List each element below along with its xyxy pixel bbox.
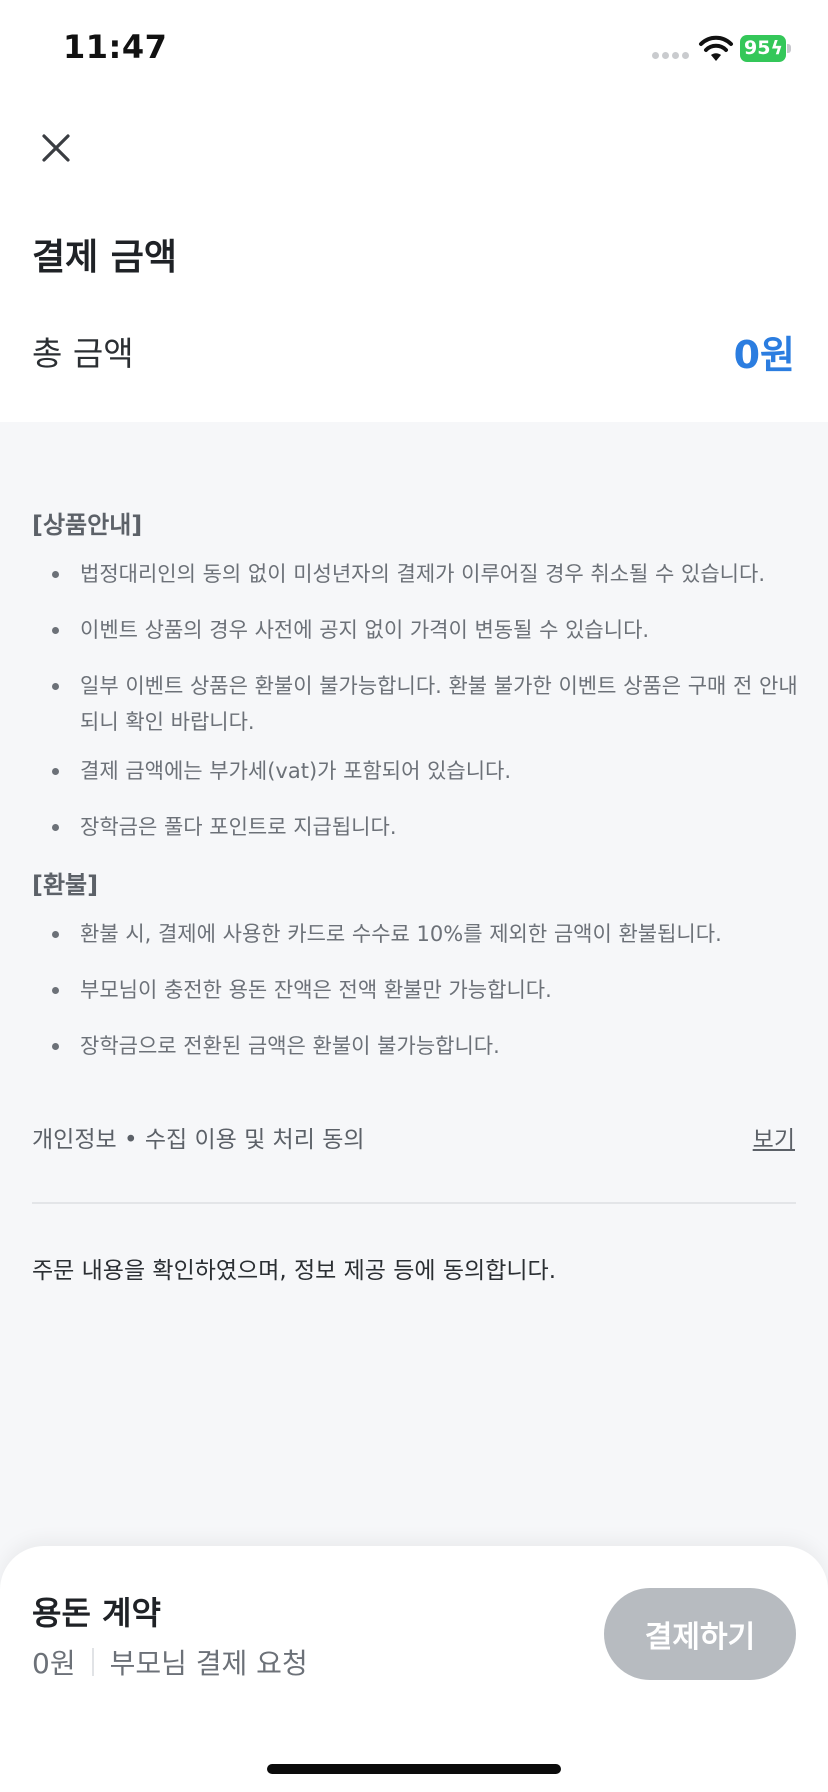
close-icon[interactable] <box>34 126 78 170</box>
payment-screen: 11:47 95ϟ 결제 금액 총 금액 0원 [상품안내] 법정대리인의 동의… <box>0 0 828 1792</box>
list-item: 부모님이 충전한 용돈 잔액은 전액 환불만 가능합니다. <box>32 972 802 1008</box>
bottom-payment-bar: 용돈 계약 0원 부모님 결제 요청 결제하기 <box>0 1546 828 1792</box>
list-item: 법정대리인의 동의 없이 미성년자의 결제가 이루어질 경우 취소될 수 있습니… <box>32 556 802 592</box>
status-time: 11:47 <box>63 28 168 66</box>
list-item: 이벤트 상품의 경우 사전에 공지 없이 가격이 변동될 수 있습니다. <box>32 612 802 648</box>
battery-icon: 95ϟ <box>740 35 791 62</box>
page-title: 결제 금액 <box>32 237 178 278</box>
home-indicator <box>267 1764 561 1774</box>
list-item: 장학금은 풀다 포인트로 지급됩니다. <box>32 809 802 845</box>
list-item: 일부 이벤트 상품은 환불이 불가능합니다. 환불 불가한 이벤트 상품은 구매… <box>32 668 802 740</box>
privacy-view-link[interactable]: 보기 <box>753 1120 795 1154</box>
cellular-signal-icon <box>652 52 689 59</box>
consent-text: 주문 내용을 확인하였으며, 정보 제공 등에 동의합니다. <box>32 1258 557 1284</box>
list-item: 결제 금액에는 부가세(vat)가 포함되어 있습니다. <box>32 753 802 789</box>
divider <box>32 1202 796 1204</box>
product-info-heading: [상품안내] <box>32 511 143 539</box>
list-item: 환불 시, 결제에 사용한 카드로 수수료 10%를 제외한 금액이 환불됩니다… <box>32 916 802 952</box>
refund-heading: [환불] <box>32 871 99 899</box>
price-row: 0원 부모님 결제 요청 <box>32 1642 308 1682</box>
plan-price: 0원 <box>32 1647 76 1680</box>
total-amount-value: 0원 <box>733 333 795 377</box>
battery-level: 95 <box>744 37 771 59</box>
plan-name: 용돈 계약 <box>32 1594 161 1632</box>
pay-button[interactable]: 결제하기 <box>604 1588 796 1680</box>
list-item: 장학금으로 전환된 금액은 환불이 불가능합니다. <box>32 1028 802 1064</box>
payment-method-text: 부모님 결제 요청 <box>109 1647 308 1680</box>
separator <box>91 1648 94 1676</box>
refund-list: 환불 시, 결제에 사용한 카드로 수수료 10%를 제외한 금액이 환불됩니다… <box>32 916 802 1064</box>
privacy-consent-label: 개인정보 • 수집 이용 및 처리 동의 <box>32 1127 365 1153</box>
payment-summary-area: 11:47 95ϟ 결제 금액 총 금액 0원 <box>0 0 828 422</box>
wifi-icon <box>699 35 733 61</box>
product-info-list: 법정대리인의 동의 없이 미성년자의 결제가 이루어질 경우 취소될 수 있습니… <box>32 556 802 845</box>
total-amount-label: 총 금액 <box>32 334 134 373</box>
